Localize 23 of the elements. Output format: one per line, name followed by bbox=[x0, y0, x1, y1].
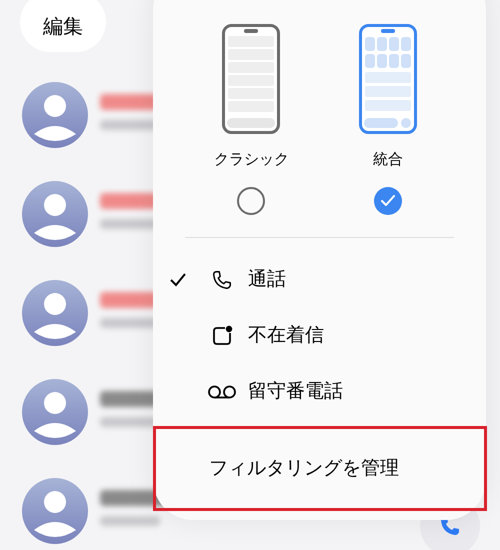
manage-filtering-button[interactable]: フィルタリングを管理 bbox=[153, 426, 487, 511]
filter-label: 留守番電話 bbox=[248, 379, 343, 404]
avatar-icon bbox=[22, 181, 88, 247]
phone-icon bbox=[211, 268, 233, 290]
layout-label: 統合 bbox=[372, 149, 403, 170]
filter-option[interactable]: 留守番電話 bbox=[153, 364, 486, 420]
filter-label: 不在着信 bbox=[248, 323, 324, 348]
layout-label: クラシック bbox=[214, 149, 289, 170]
phone-layout-icon bbox=[222, 24, 280, 134]
radio-button[interactable] bbox=[237, 186, 266, 214]
avatar-icon bbox=[22, 478, 88, 544]
filter-option[interactable]: 不在着信 bbox=[153, 308, 486, 364]
avatar-icon bbox=[22, 82, 88, 148]
voicemail-icon bbox=[207, 384, 237, 400]
avatar-icon bbox=[22, 379, 88, 445]
filter-label: 通話 bbox=[248, 267, 286, 292]
avatar-icon bbox=[22, 280, 88, 346]
phone-layout-icon bbox=[358, 24, 417, 134]
filter-option[interactable]: 通話 bbox=[153, 252, 486, 308]
blurred-detail bbox=[100, 516, 160, 526]
edit-button[interactable]: 編集 bbox=[20, 0, 106, 52]
check-icon bbox=[380, 194, 395, 206]
badge-square-icon bbox=[211, 324, 233, 346]
